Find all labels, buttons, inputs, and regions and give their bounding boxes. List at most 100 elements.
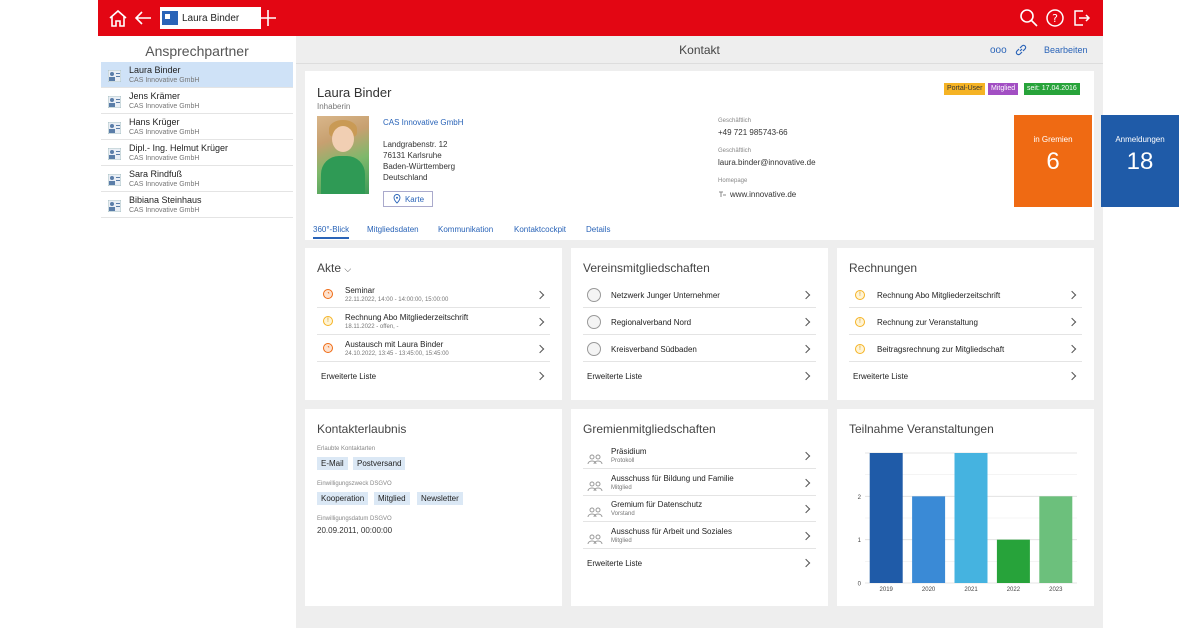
y-tick-label: 2	[858, 495, 862, 501]
contact-list-item[interactable]: Bibiana Steinhaus CAS Innovative GmbH	[101, 192, 293, 218]
person-icon	[587, 288, 601, 302]
open-tab-contact[interactable]: Laura Binder	[160, 7, 261, 29]
contact-list-name: Bibiana Steinhaus	[129, 195, 202, 205]
email-value[interactable]: laura.binder@innovative.de	[718, 158, 816, 167]
chevron-down-icon: ⌵	[344, 264, 352, 274]
back-arrow-icon[interactable]	[132, 7, 154, 29]
committee-name: Ausschuss für Bildung und Familie	[611, 473, 734, 483]
help-icon[interactable]: ?	[1044, 7, 1066, 29]
contact-photo	[317, 116, 369, 194]
add-icon[interactable]	[257, 7, 279, 29]
extended-list-link[interactable]: Erweiterte Liste	[317, 363, 550, 389]
chevron-right-icon	[801, 504, 811, 514]
committee-row[interactable]: Ausschuss für Bildung und Familie Mitglie…	[583, 470, 816, 496]
bar-2019	[869, 453, 903, 583]
map-button[interactable]: Karte	[383, 191, 433, 207]
chevron-right-icon	[1067, 317, 1077, 327]
phone-label: Geschäftlich	[718, 118, 752, 124]
contact-list-company: CAS Innovative GmbH	[129, 155, 200, 162]
association-name: Netzwerk Junger Unternehmer	[611, 291, 720, 300]
extended-list-label: Erweiterte Liste	[587, 559, 643, 568]
contact-card-icon	[162, 11, 178, 25]
bar-2021	[954, 453, 988, 583]
association-row[interactable]: Regionalverband Nord	[583, 309, 816, 335]
edit-button[interactable]: Bearbeiten	[1044, 45, 1088, 55]
committees-count-tile[interactable]: in Gremien 6	[1014, 115, 1092, 207]
chevron-right-icon	[801, 371, 811, 381]
x-tick-label: 2022	[1007, 587, 1021, 593]
consent-date-label: Einwilligungsdatum DSGVO	[317, 516, 392, 522]
extended-list-link[interactable]: Erweiterte Liste	[849, 363, 1082, 389]
association-row[interactable]: Kreisverband Südbaden	[583, 336, 816, 362]
status-badge: Mitglied	[988, 83, 1019, 95]
person-icon	[587, 315, 601, 329]
chevron-right-icon	[1067, 290, 1077, 300]
search-icon[interactable]	[1018, 7, 1040, 29]
tab-360-view[interactable]: 360°-Blick	[313, 225, 350, 239]
contact-list-company: CAS Innovative GmbH	[129, 207, 200, 214]
committee-row[interactable]: Gremium für Datenschutz Vorstand	[583, 496, 816, 522]
event-icon: ◔	[323, 289, 333, 299]
tab-membership-data[interactable]: Mitgliedsdaten	[367, 225, 419, 234]
address-block: Landgrabenstr. 12 76131 Karlsruhe Baden-…	[383, 139, 455, 183]
invoices-card: Rechnungen ! Rechnung Abo Mitgliederzeits…	[837, 248, 1094, 400]
tab-details[interactable]: Details	[586, 225, 610, 234]
file-entry-title: Rechnung Abo Mitgliederzeitschrift	[345, 313, 469, 322]
homepage-label: Homepage	[718, 178, 748, 184]
contact-permission-card: Kontakterlaubnis Erlaubte Kontaktarten E…	[305, 409, 562, 606]
file-entry-subtitle: 22.11.2022, 14:00 - 14:00:00, 15:00:00	[345, 297, 449, 303]
chevron-right-icon	[801, 344, 811, 354]
chevron-right-icon	[535, 290, 545, 300]
committee-card-title: Gremienmitgliedschaften	[583, 422, 716, 436]
contact-list-item[interactable]: Dipl.- Ing. Helmut Krüger CAS Innovative …	[101, 140, 293, 166]
tag-mail: Postversand	[353, 457, 406, 470]
invoice-name: Beitragsrechnung zur Mitgliedschaft	[877, 345, 1005, 354]
company-link[interactable]: CAS Innovative GmbH	[383, 118, 463, 127]
extended-list-label: Erweiterte Liste	[321, 372, 377, 381]
extended-list-label: Erweiterte Liste	[587, 372, 643, 381]
file-entry-row[interactable]: ◔ Austausch mit Laura Binder 24.10.2022, 1…	[317, 336, 550, 362]
x-tick-label: 2023	[1049, 587, 1063, 593]
contact-name: Laura Binder	[317, 85, 392, 100]
phone-value[interactable]: +49 721 985743-66	[718, 128, 788, 137]
email-label: Geschäftlich	[718, 148, 752, 154]
invoice-name: Rechnung Abo Mitgliederzeitschrift	[877, 291, 1001, 300]
tab-contact-cockpit[interactable]: Kontaktcockpit	[514, 225, 566, 234]
association-row[interactable]: Netzwerk Junger Unternehmer	[583, 282, 816, 308]
address-line: Landgrabenstr. 12	[383, 140, 448, 149]
contact-list-item[interactable]: Jens Krämer CAS Innovative GmbH	[101, 88, 293, 114]
association-name: Regionalverband Nord	[611, 318, 692, 327]
address-line: 76131 Karlsruhe	[383, 151, 442, 160]
file-card-title[interactable]: Akte ⌵	[317, 261, 351, 275]
link-icon[interactable]	[1014, 43, 1028, 57]
tab-communication[interactable]: Kommunikation	[438, 225, 493, 234]
profile-card: Laura Binder Inhaberin CAS Innovative Gm…	[305, 71, 1179, 240]
contact-list-name: Dipl.- Ing. Helmut Krüger	[129, 143, 229, 153]
extended-list-link[interactable]: Erweiterte Liste	[583, 550, 816, 576]
contact-list-company: CAS Innovative GmbH	[129, 103, 200, 110]
more-options-button[interactable]: ooo	[990, 45, 1007, 56]
contact-list-item[interactable]: Sara Rindfuß CAS Innovative GmbH	[101, 166, 293, 192]
chevron-right-icon	[1067, 344, 1077, 354]
file-entry-row[interactable]: ! Rechnung Abo Mitgliederzeitschrift 18.11…	[317, 309, 550, 335]
homepage-value[interactable]: www.innovative.de	[730, 190, 796, 199]
stat-value: 6	[1046, 148, 1060, 175]
invoice-row[interactable]: ! Beitragsrechnung zur Mitgliedschaft	[849, 336, 1082, 362]
invoice-row[interactable]: ! Rechnung Abo Mitgliederzeitschrift	[849, 282, 1082, 308]
chevron-right-icon	[801, 290, 811, 300]
svg-text:?: ?	[1052, 12, 1058, 25]
committee-role: Mitglied	[611, 484, 632, 491]
committee-row[interactable]: Präsidium Protokoll	[583, 443, 816, 469]
registrations-count-tile[interactable]: Anmeldungen 18	[1101, 115, 1179, 207]
permission-card-title: Kontakterlaubnis	[317, 422, 407, 436]
committee-row[interactable]: Ausschuss für Arbeit und Soziales Mitglie…	[583, 523, 816, 549]
extended-list-link[interactable]: Erweiterte Liste	[583, 363, 816, 389]
contact-list-item[interactable]: Laura Binder CAS Innovative GmbH	[101, 62, 293, 88]
committee-name: Gremium für Datenschutz	[611, 500, 703, 509]
invoice-row[interactable]: ! Rechnung zur Veranstaltung	[849, 309, 1082, 335]
contact-list-item[interactable]: Hans Krüger CAS Innovative GmbH	[101, 114, 293, 140]
logout-icon[interactable]	[1070, 7, 1092, 29]
file-entry-row[interactable]: ◔ Seminar 22.11.2022, 14:00 - 14:00:00, 15…	[317, 282, 550, 308]
home-icon[interactable]	[107, 7, 129, 29]
stat-label: Anmeldungen	[1115, 135, 1165, 144]
